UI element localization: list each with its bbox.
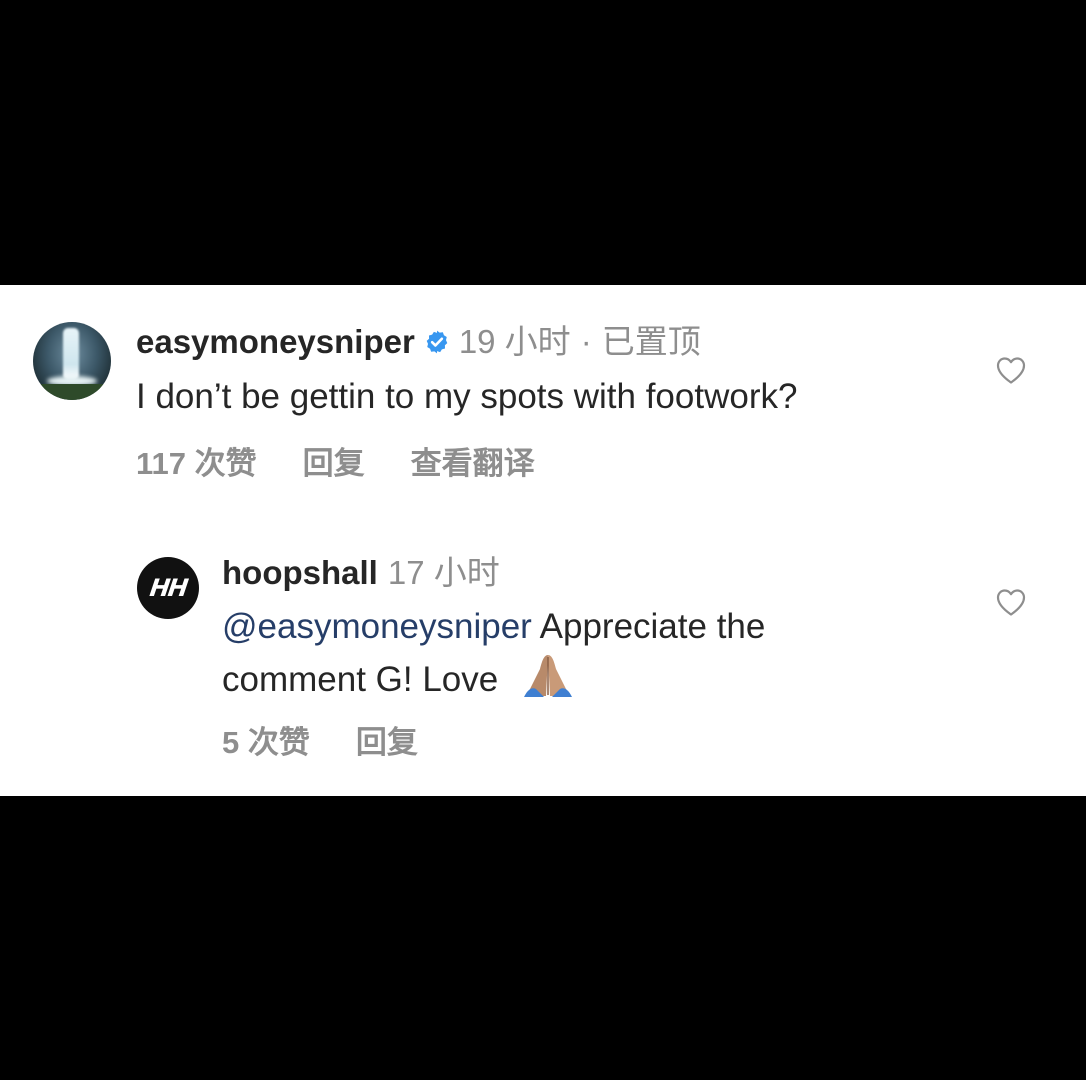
heart-icon[interactable]: [995, 587, 1027, 617]
comment-text: comment G! Love: [222, 660, 499, 699]
folded-hands-emoji-icon: [523, 655, 572, 697]
like-count[interactable]: 117 次赞: [136, 438, 257, 483]
comment-actions: 5 次赞 回复: [222, 717, 464, 762]
comment-actions: 117 次赞 回复 查看翻译: [136, 438, 581, 483]
comments-panel: easymoneysniper 19 小时 · 已置顶 I don’t be g…: [0, 285, 1086, 796]
avatar[interactable]: HH: [137, 557, 199, 619]
avatar[interactable]: [33, 322, 111, 400]
comment-time: 19 小时: [458, 323, 571, 360]
username[interactable]: hoopshall: [222, 553, 378, 593]
avatar-logo-text: HH: [147, 574, 189, 602]
verified-badge-icon: [426, 330, 448, 354]
comment-text: Appreciate the: [531, 607, 766, 646]
waterfall-image-part: [63, 328, 79, 380]
pinned-label: 已置顶: [601, 323, 701, 360]
reply-button[interactable]: 回复: [303, 438, 365, 483]
heart-icon[interactable]: [995, 355, 1027, 385]
comment-text: I don’t be gettin to my spots with footw…: [136, 377, 798, 416]
comment-header: easymoneysniper 19 小时 · 已置顶: [136, 322, 701, 362]
mention-link[interactable]: @easymoneysniper: [222, 607, 532, 646]
comment-time: 17 小时: [387, 554, 500, 591]
comment-text-line: @easymoneysniper Appreciate the: [222, 603, 765, 651]
like-count[interactable]: 5 次赞: [222, 717, 310, 762]
separator-dot: ·: [580, 323, 592, 360]
waterfall-image-part: [33, 384, 111, 400]
username[interactable]: easymoneysniper: [136, 322, 415, 362]
reply-button[interactable]: 回复: [356, 717, 418, 762]
comment-text-line: comment G! Love: [222, 651, 574, 704]
comment-header: hoopshall 17 小时: [222, 553, 500, 593]
screen: easymoneysniper 19 小时 · 已置顶 I don’t be g…: [0, 0, 1086, 1080]
translate-button[interactable]: 查看翻译: [411, 438, 535, 483]
